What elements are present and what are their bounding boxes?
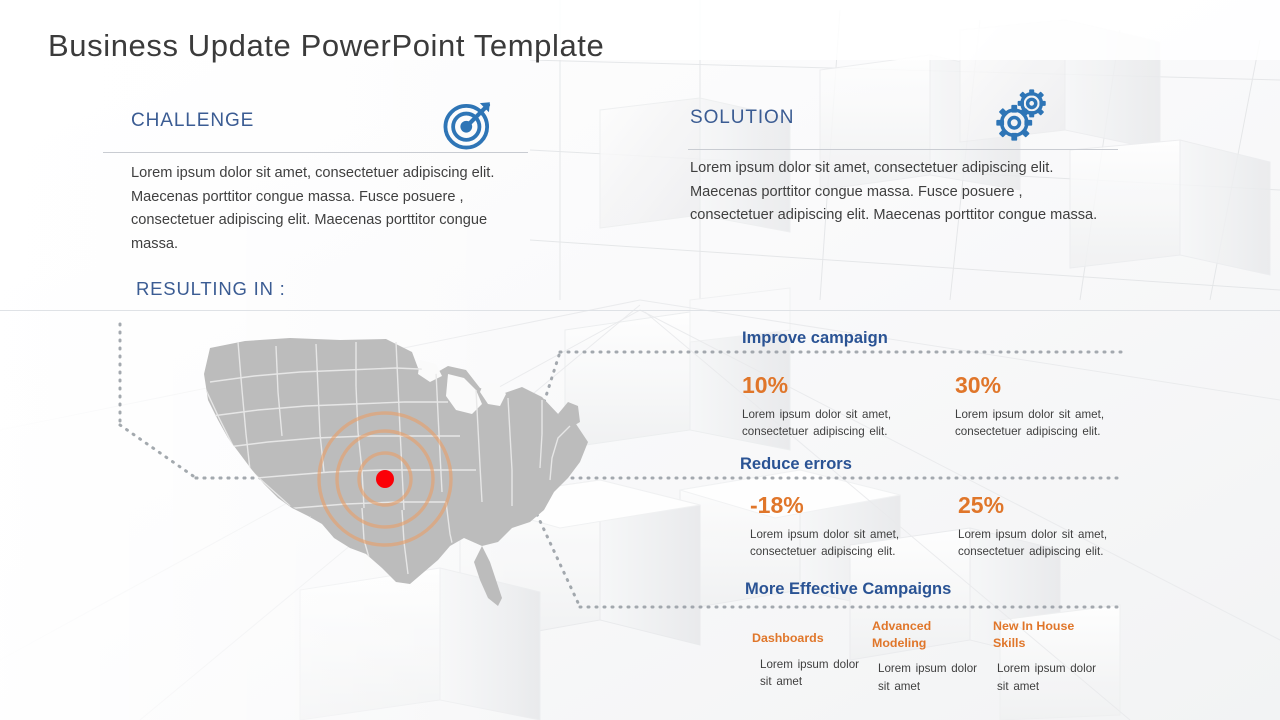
target-icon: [440, 95, 498, 158]
mini-description: Lorem ipsum dolor sit amet: [878, 662, 978, 693]
panel-solution-header: SOLUTION: [688, 89, 1118, 149]
stat-value: 30%: [955, 372, 1002, 398]
mini-new-in-house-skills: New In House Skills Lorem ipsum dolor si…: [993, 618, 1103, 695]
mini-title: Advanced Modeling: [872, 619, 932, 650]
location-marker: [376, 470, 394, 488]
stat-improve-2: 30% Lorem ipsum dolor sit amet, consecte…: [955, 372, 1130, 441]
panel-challenge-title: CHALLENGE: [131, 110, 255, 131]
panel-challenge-header: CHALLENGE: [103, 100, 528, 152]
stat-description: Lorem ipsum dolor sit amet, consectetuer…: [750, 528, 900, 559]
result-heading-reduce-errors: Reduce errors: [740, 455, 852, 473]
stat-value: 25%: [958, 492, 1005, 518]
mini-description: Lorem ipsum dolor sit amet: [760, 657, 860, 689]
gears-icon: [991, 84, 1053, 151]
panel-solution: SOLUTION Lorem ipsum dolor sit amet, con…: [688, 89, 1118, 223]
panel-challenge-body: Lorem ipsum dolor sit amet, consectetuer…: [131, 165, 495, 252]
panel-solution-rule: [688, 149, 1118, 150]
slide-canvas: Business Update PowerPoint Template CHAL…: [0, 0, 1280, 720]
stat-value: 10%: [742, 372, 789, 398]
result-heading-improve-campaign: Improve campaign: [742, 329, 888, 347]
stat-description: Lorem ipsum dolor sit amet, consectetuer…: [958, 528, 1108, 559]
resulting-in-label: RESULTING IN :: [136, 278, 286, 299]
mini-description: Lorem ipsum dolor sit amet: [997, 662, 1097, 693]
stat-improve-1: 10% Lorem ipsum dolor sit amet, consecte…: [742, 372, 917, 441]
mini-title: New In House Skills: [993, 619, 1075, 650]
stat-reduce-2: 25% Lorem ipsum dolor sit amet, consecte…: [958, 492, 1133, 561]
panel-challenge-rule: [103, 152, 528, 153]
result-heading-more-effective-campaigns: More Effective Campaigns: [745, 580, 952, 598]
stat-description: Lorem ipsum dolor sit amet, consectetuer…: [955, 408, 1105, 439]
mini-dashboards: Dashboards Lorem ipsum dolor sit amet: [752, 630, 862, 691]
panel-solution-title: SOLUTION: [690, 107, 795, 128]
united-states-map: [150, 330, 610, 615]
stat-value: -18%: [750, 492, 804, 518]
panel-challenge: CHALLENGE Lorem ipsum dolor sit amet, co…: [103, 100, 528, 252]
section-divider: [0, 310, 1280, 311]
stat-reduce-1: -18% Lorem ipsum dolor sit amet, consect…: [750, 492, 925, 561]
stat-description: Lorem ipsum dolor sit amet, consectetuer…: [742, 408, 892, 439]
mini-advanced-modeling: Advanced Modeling Lorem ipsum dolor sit …: [872, 618, 982, 695]
mini-title: Dashboards: [752, 631, 824, 645]
usa-map-graphic: [204, 338, 588, 606]
page-title: Business Update PowerPoint Template: [48, 28, 605, 63]
panel-solution-body: Lorem ipsum dolor sit amet, consectetuer…: [690, 160, 1098, 224]
